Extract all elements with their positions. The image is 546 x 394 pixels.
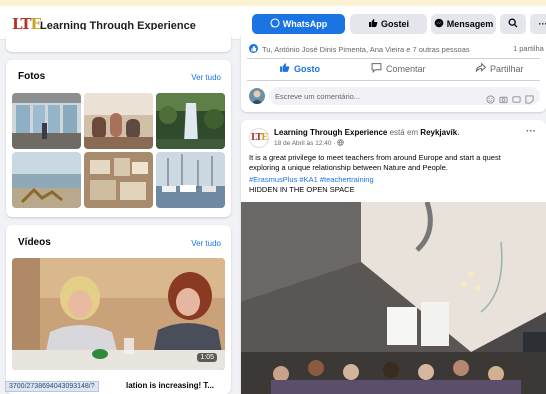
- like-post-button[interactable]: Gosto: [279, 62, 320, 75]
- comment-icon: [371, 62, 382, 75]
- videos-title: Vídeos: [18, 237, 51, 248]
- post-author-avatar[interactable]: LTE: [249, 128, 269, 148]
- like-page-button[interactable]: Gostei: [350, 14, 427, 34]
- like-post-label: Gosto: [294, 63, 320, 74]
- search-button[interactable]: [500, 14, 526, 34]
- photo-thumbnail[interactable]: [84, 93, 153, 149]
- post-photo[interactable]: [241, 201, 546, 394]
- search-icon: [508, 18, 518, 30]
- emoji-icon[interactable]: [486, 91, 495, 109]
- post-location[interactable]: Reykjavík: [420, 128, 457, 137]
- post-hashtags[interactable]: #ErasmusPlus #KA1 #teachertraining: [249, 175, 374, 184]
- camera-icon[interactable]: [499, 91, 508, 109]
- avatar[interactable]: [249, 88, 265, 104]
- comment-label: Comentar: [386, 63, 426, 74]
- like-page-label: Gostei: [380, 19, 409, 29]
- photos-card: Fotos Ver tudo: [6, 60, 231, 217]
- divider: [247, 80, 540, 81]
- post-date-text: 18 de Abril às 12:40 ·: [274, 140, 336, 147]
- share-label: Partilhar: [490, 63, 524, 74]
- video-caption[interactable]: lation is increasing! T...: [126, 381, 214, 390]
- post-date[interactable]: 18 de Abril às 12:40 ·: [274, 139, 345, 148]
- photos-title: Fotos: [18, 71, 46, 82]
- intro-card-bottom: [6, 30, 231, 52]
- location-prefix: está em: [389, 128, 419, 137]
- photo-thumbnail[interactable]: [156, 152, 225, 208]
- reactions-summary[interactable]: Tu, António José Dinis Pimenta, Ana Viei…: [249, 44, 479, 55]
- videos-see-all-link[interactable]: Ver tudo: [191, 239, 221, 248]
- header-accent-strip: [0, 0, 546, 6]
- post-options-button[interactable]: ···: [526, 126, 536, 137]
- globe-icon: [337, 139, 345, 148]
- like-reaction-icon: [249, 44, 258, 55]
- photo-thumbnail[interactable]: [12, 93, 81, 149]
- message-button[interactable]: Mensagem: [431, 14, 496, 34]
- message-label: Mensagem: [446, 19, 494, 29]
- photos-see-all-link[interactable]: Ver tudo: [191, 73, 221, 82]
- divider: [247, 58, 540, 59]
- share-icon: [475, 62, 487, 75]
- whatsapp-label: WhatsApp: [282, 19, 328, 29]
- share-button[interactable]: Partilhar: [475, 62, 524, 75]
- messenger-icon: [434, 18, 444, 30]
- post-header: Learning Through Experience está em Reyk…: [274, 128, 460, 137]
- thumbs-up-icon: [368, 18, 378, 30]
- video-thumbnail[interactable]: 1:05: [12, 258, 225, 370]
- sticker-icon[interactable]: [525, 91, 534, 109]
- videos-card: Vídeos Ver tudo 1:05 lation is increasin…: [6, 225, 231, 394]
- comment-tools: [486, 91, 534, 109]
- photo-thumbnail[interactable]: [12, 152, 81, 208]
- comment-input[interactable]: Escreve um comentário...: [269, 87, 540, 105]
- more-options-button[interactable]: ···: [530, 14, 546, 34]
- more-dots-icon: ···: [538, 19, 546, 29]
- post-text: It is a great privilege to meet teachers…: [249, 153, 501, 172]
- gif-icon[interactable]: [512, 91, 521, 109]
- comment-button[interactable]: Comentar: [371, 62, 426, 75]
- reactions-text: Tu, António José Dinis Pimenta, Ana Viei…: [262, 45, 470, 54]
- post-card: LTE Learning Through Experience está em …: [241, 120, 546, 394]
- comment-placeholder: Escreve um comentário...: [275, 92, 361, 101]
- whatsapp-icon: [270, 18, 280, 30]
- whatsapp-button[interactable]: WhatsApp: [252, 14, 345, 34]
- photo-thumbnail[interactable]: [156, 93, 225, 149]
- status-bar-url: 3700/2738694043093148/?: [5, 381, 99, 392]
- previous-post-footer: Tu, António José Dinis Pimenta, Ana Viei…: [241, 34, 546, 112]
- photo-thumbnail[interactable]: [84, 152, 153, 208]
- shares-count[interactable]: 1 partilha: [513, 44, 544, 53]
- post-author[interactable]: Learning Through Experience: [274, 128, 387, 137]
- video-duration: 1:05: [197, 353, 217, 362]
- post-extra-text: HIDDEN IN THE OPEN SPACE: [249, 185, 355, 194]
- thumbs-up-icon: [279, 62, 290, 75]
